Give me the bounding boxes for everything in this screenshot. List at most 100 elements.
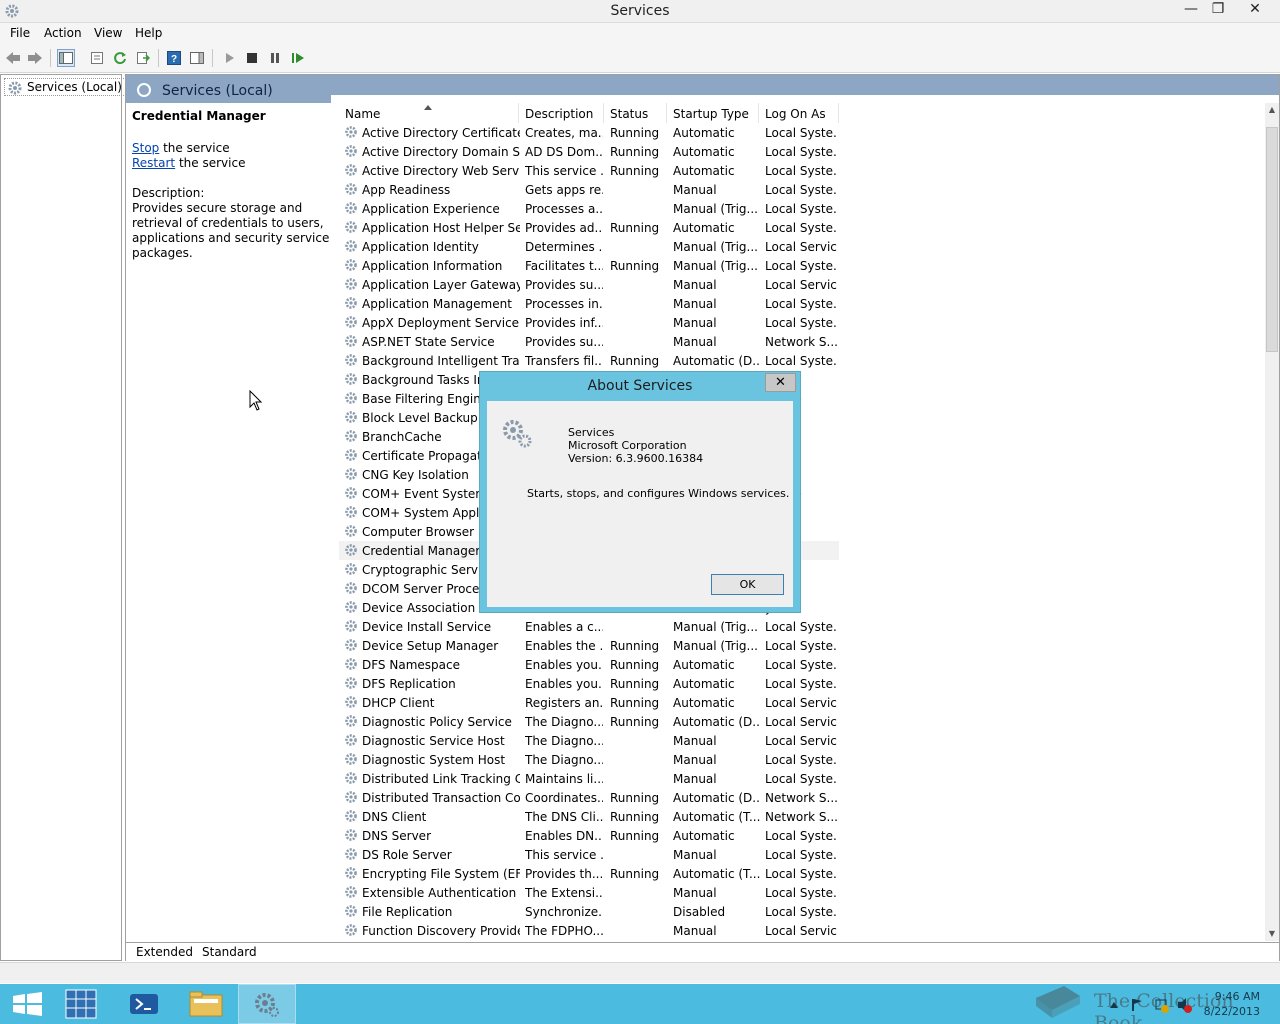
restore-button[interactable]: ❐: [1203, 0, 1233, 20]
menu-help[interactable]: Help: [135, 26, 162, 40]
table-row[interactable]: Application Information Facilitates t... R…: [339, 256, 839, 275]
cell-description: This service ...: [525, 164, 603, 178]
dialog-close-button[interactable]: ✕: [765, 373, 796, 392]
cell-name: App Readiness: [362, 183, 451, 197]
restart-service-link[interactable]: Restart: [132, 156, 175, 170]
cell-status: Running: [610, 639, 660, 653]
svg-text:?: ?: [171, 54, 177, 65]
table-row[interactable]: Application Host Helper Ser... Provides a…: [339, 218, 839, 237]
menu-file[interactable]: File: [10, 26, 30, 40]
cell-log-on-as: Local Service: [765, 240, 837, 254]
start-button[interactable]: [0, 984, 58, 1024]
toolbar: ?: [0, 44, 1280, 73]
column-header-status[interactable]: Status: [604, 103, 667, 123]
close-button[interactable]: ✕: [1237, 0, 1273, 20]
table-row[interactable]: Active Directory Domain Se... AD DS Dom..…: [339, 142, 839, 161]
table-row[interactable]: DFS Namespace Enables you... Running Automa…: [339, 655, 839, 674]
help-icon[interactable]: ?: [165, 49, 183, 67]
table-row[interactable]: DNS Client The DNS Cli... Running Automatic…: [339, 807, 839, 826]
table-row[interactable]: Encrypting File System (EFS) Provides th.…: [339, 864, 839, 883]
column-header-row: Name Description Status Startup Type Log…: [339, 103, 1264, 123]
table-row[interactable]: Diagnostic System Host The Diagno... Manua…: [339, 750, 839, 769]
table-row[interactable]: Diagnostic Policy Service The Diagno... Ru…: [339, 712, 839, 731]
scroll-thumb[interactable]: [1266, 127, 1278, 352]
gear-icon: [345, 164, 357, 176]
table-row[interactable]: Device Install Service Enables a c... Manu…: [339, 617, 839, 636]
scroll-up-icon[interactable]: ▲: [1265, 103, 1279, 117]
properties-sheet-icon[interactable]: [88, 49, 106, 67]
table-row[interactable]: Active Directory Web Services This servic…: [339, 161, 839, 180]
show-hide-tree-icon[interactable]: [57, 49, 75, 67]
table-row[interactable]: App Readiness Gets apps re... Manual Local …: [339, 180, 839, 199]
table-row[interactable]: Application Management Processes in... Man…: [339, 294, 839, 313]
menu-action[interactable]: Action: [44, 26, 82, 40]
cell-description: Provides su...: [525, 335, 603, 349]
forward-icon[interactable]: [26, 49, 44, 67]
pause-service-icon[interactable]: [266, 49, 284, 67]
table-row[interactable]: Function Discovery Provide... The FDPHO..…: [339, 921, 839, 940]
start-service-icon[interactable]: [220, 49, 238, 67]
cell-startup-type: Manual (Trig...: [673, 259, 758, 273]
scroll-down-icon[interactable]: ▼: [1265, 927, 1279, 941]
column-header-description[interactable]: Description: [519, 103, 604, 123]
table-row[interactable]: Device Setup Manager Enables the ... Runni…: [339, 636, 839, 655]
table-row[interactable]: Distributed Transaction Co... Coordinates…: [339, 788, 839, 807]
cell-log-on-as: Local Syste...: [765, 145, 837, 159]
table-row[interactable]: Application Identity Determines ... Manual…: [339, 237, 839, 256]
table-row[interactable]: Application Experience Processes a... Manu…: [339, 199, 839, 218]
table-row[interactable]: ASP.NET State Service Provides su... Manua…: [339, 332, 839, 351]
action-pane-icon[interactable]: [188, 49, 206, 67]
cell-startup-type: Automatic: [673, 658, 735, 672]
back-icon[interactable]: [4, 49, 22, 67]
table-row[interactable]: DHCP Client Registers an... Running Automat…: [339, 693, 839, 712]
cell-description: The Diagno...: [525, 715, 603, 729]
column-header-log-on-as[interactable]: Log On As: [759, 103, 839, 123]
cell-description: The Diagno...: [525, 734, 603, 748]
tab-extended[interactable]: Extended: [136, 945, 193, 959]
table-row[interactable]: Background Intelligent Tran... Transfers …: [339, 351, 839, 370]
taskbar-services[interactable]: [238, 984, 296, 1024]
taskbar-server-manager[interactable]: [54, 984, 112, 1024]
refresh-icon[interactable]: [111, 49, 129, 67]
table-row[interactable]: Distributed Link Tracking Cl... Maintains…: [339, 769, 839, 788]
cell-name: Diagnostic System Host: [362, 753, 506, 767]
minimize-button[interactable]: —: [1176, 0, 1206, 20]
column-header-name[interactable]: Name: [339, 103, 519, 123]
table-row[interactable]: DFS Replication Enables you... Running Auto…: [339, 674, 839, 693]
table-row[interactable]: Application Layer Gateway ... Provides su…: [339, 275, 839, 294]
table-row[interactable]: Active Directory Certificate ... Creates,…: [339, 123, 839, 142]
about-dialog: About Services ✕ Services Microsoft Corp…: [479, 371, 801, 613]
stop-service-icon[interactable]: [243, 49, 261, 67]
stop-service-link[interactable]: Stop: [132, 141, 159, 155]
table-row[interactable]: File Replication Synchronize... Disabled Lo…: [339, 902, 839, 921]
export-list-icon[interactable]: [134, 49, 152, 67]
tray-icons[interactable]: [1108, 996, 1198, 1014]
cell-log-on-as: Local Syste...: [765, 354, 837, 368]
gear-icon: [345, 430, 357, 442]
table-row[interactable]: DS Role Server This service ... Manual Loca…: [339, 845, 839, 864]
table-row[interactable]: AppX Deployment Service (... Provides inf…: [339, 313, 839, 332]
cell-description: AD DS Dom...: [525, 145, 603, 159]
server-manager-icon: [65, 989, 97, 1019]
system-clock[interactable]: 9:46 AM 8/22/2013: [1204, 989, 1260, 1019]
cell-startup-type: Automatic (D...: [673, 715, 761, 729]
cell-description: This service ...: [525, 848, 603, 862]
taskbar-powershell[interactable]: [116, 984, 174, 1024]
vertical-scrollbar[interactable]: ▲ ▼: [1265, 103, 1279, 941]
menu-view[interactable]: View: [94, 26, 122, 40]
ok-button[interactable]: OK: [711, 574, 784, 595]
cell-log-on-as: Local Syste...: [765, 221, 837, 235]
table-row[interactable]: Extensible Authentication P... The Extens…: [339, 883, 839, 902]
cell-name: Active Directory Web Services: [362, 164, 520, 178]
cell-status: Running: [610, 791, 660, 805]
gear-icon: [345, 297, 357, 309]
cell-description: Enables you...: [525, 658, 603, 672]
table-row[interactable]: DNS Server Enables DN... Running Automatic L…: [339, 826, 839, 845]
tree-item-services-local[interactable]: Services (Local): [4, 78, 126, 96]
table-row[interactable]: Diagnostic Service Host The Diagno... Manu…: [339, 731, 839, 750]
taskbar-file-explorer[interactable]: [178, 984, 236, 1024]
column-header-startup-type[interactable]: Startup Type: [667, 103, 759, 123]
restart-service-icon[interactable]: [289, 49, 307, 67]
tab-standard[interactable]: Standard: [202, 945, 257, 959]
cell-log-on-as: Local Syste...: [765, 848, 837, 862]
